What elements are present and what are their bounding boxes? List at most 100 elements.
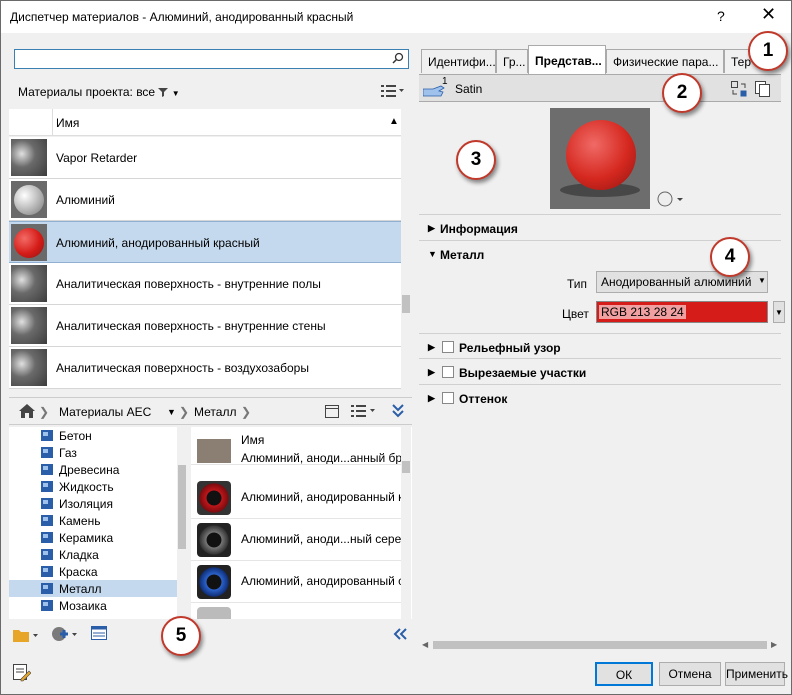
list-view-icon[interactable] (351, 404, 377, 418)
section-relief-pattern[interactable]: ▶ Рельефный узор (419, 333, 781, 359)
type-label: Тип (567, 277, 588, 291)
category-item[interactable]: Краска (9, 563, 177, 580)
panel-layout-icon[interactable] (325, 405, 339, 418)
material-thumbnail (11, 265, 47, 302)
asset-bar: 1 Satin (419, 74, 781, 102)
list-view-icon[interactable] (381, 84, 405, 98)
asset-row[interactable] (191, 603, 401, 619)
material-row[interactable]: Vapor Retarder (9, 137, 401, 179)
breadcrumb-metal[interactable]: Металл (194, 405, 236, 419)
asset-row[interactable]: Алюминий, аноди...анный бр (191, 431, 401, 465)
create-material-icon[interactable] (51, 625, 79, 643)
relief-checkbox[interactable] (442, 341, 454, 353)
chevron-down-icon: ▼ (758, 276, 766, 285)
tab-physical[interactable]: Физические пара... (606, 49, 724, 73)
preview-sphere (566, 120, 636, 190)
material-thumbnail (11, 181, 47, 218)
collapse-icon: ▼ (428, 249, 437, 259)
folder-icon (41, 515, 53, 526)
material-name: Аналитическая поверхность - внутренние п… (56, 277, 321, 291)
asset-row[interactable]: Алюминий, аноди...ный сере (191, 519, 401, 561)
material-list-header: Имя ▲ (9, 109, 401, 136)
editor-horizontal-scrollbar[interactable]: ◀ ▶ (419, 638, 781, 652)
asset-thumbnail (197, 439, 231, 463)
ok-button[interactable]: ОК (595, 662, 653, 686)
column-name-header[interactable]: Имя (56, 116, 79, 130)
folder-icon (41, 464, 53, 475)
callout-3: 3 (456, 140, 496, 180)
material-list-scrollbar[interactable] (401, 137, 411, 389)
category-item[interactable]: Древесина (9, 461, 177, 478)
expand-icon: ▶ (428, 367, 435, 377)
sort-ascending-icon[interactable]: ▲ (389, 116, 399, 127)
collapse-panel-icon[interactable] (393, 628, 407, 640)
apply-button[interactable]: Применить (725, 662, 788, 686)
library-breadcrumb: ❯ Материалы AEC ▼ ❯ Металл ❯ (9, 397, 412, 425)
material-thumbnail (11, 224, 47, 261)
tab-appearance[interactable]: Представ... (528, 45, 606, 74)
material-thumbnail (11, 349, 47, 386)
help-button[interactable]: ? (717, 8, 725, 24)
section-tint[interactable]: ▶ Оттенок (419, 385, 781, 411)
category-item[interactable]: Керамика (9, 529, 177, 546)
chevron-down-icon[interactable]: ▼ (167, 407, 176, 417)
material-browser-panel: Материалы проекта: все ▼ Имя ▲ Vapor Ret… (9, 41, 412, 647)
material-row[interactable]: Алюминий (9, 179, 401, 221)
material-name: Аналитическая поверхность - воздухозабор… (56, 361, 309, 375)
duplicate-asset-icon[interactable] (755, 81, 771, 97)
type-dropdown[interactable]: Анодированный алюминий ▼ (596, 271, 768, 293)
open-library-icon[interactable] (13, 627, 39, 643)
material-row[interactable]: Аналитическая поверхность - воздухозабор… (9, 347, 401, 389)
category-item[interactable]: Газ (9, 444, 177, 461)
material-thumbnail (11, 307, 47, 344)
cutouts-checkbox[interactable] (442, 366, 454, 378)
color-options-button[interactable]: ▼ (773, 301, 785, 323)
callout-4: 4 (710, 237, 750, 277)
home-icon[interactable] (19, 404, 35, 418)
asset-list-scrollbar[interactable] (401, 427, 411, 619)
replace-asset-icon[interactable] (731, 81, 747, 97)
material-row[interactable]: Аналитическая поверхность - внутренние с… (9, 305, 401, 347)
asset-row[interactable]: Алюминий, анодированный с (191, 561, 404, 603)
category-item[interactable]: Жидкость (9, 478, 177, 495)
expand-icon: ▶ (428, 342, 435, 352)
material-row[interactable]: Аналитическая поверхность - внутренние п… (9, 263, 401, 305)
category-tree-scrollbar[interactable] (177, 427, 187, 619)
breadcrumb-aec-materials[interactable]: Материалы AEC (59, 405, 151, 419)
tab-graphics[interactable]: Гр... (496, 49, 528, 73)
asset-row[interactable]: Алюминий, анодированный к (191, 477, 403, 519)
callout-5: 5 (161, 616, 201, 656)
section-cutouts[interactable]: ▶ Вырезаемые участки (419, 359, 781, 385)
asset-thumbnail (197, 523, 231, 557)
material-thumbnail (11, 139, 47, 176)
cancel-button[interactable]: Отмена (659, 662, 721, 686)
folder-icon (41, 532, 53, 543)
library-asset-list: Имя Алюминий, аноди...анный бр Алюминий,… (191, 427, 412, 619)
filter-bar: Материалы проекта: все ▼ (9, 79, 412, 103)
color-swatch[interactable]: RGB 213 28 24 (596, 301, 768, 323)
category-item[interactable]: Бетон (9, 427, 177, 444)
preview-options-icon[interactable] (657, 191, 685, 207)
title-bar: Диспетчер материалов - Алюминий, анодиро… (1, 1, 791, 33)
asset-name: Satin (455, 82, 483, 96)
collapse-icon[interactable] (392, 403, 404, 419)
category-item[interactable]: Мозаика (9, 597, 177, 614)
category-item-selected[interactable]: Металл (9, 580, 177, 597)
asset-thumbnail (197, 565, 231, 599)
tint-checkbox[interactable] (442, 392, 454, 404)
material-browser-window: Диспетчер материалов - Алюминий, анодиро… (0, 0, 792, 695)
material-list: Vapor Retarder Алюминий Алюминий, анодир… (9, 137, 401, 389)
category-item[interactable]: Кладка (9, 546, 177, 563)
close-button[interactable]: ✕ (761, 4, 776, 25)
material-name: Алюминий (56, 193, 115, 207)
tab-identity[interactable]: Идентифи... (421, 49, 496, 73)
asset-thumbnail (197, 481, 231, 515)
category-item[interactable]: Изоляция (9, 495, 177, 512)
edit-document-icon[interactable] (13, 664, 31, 682)
material-row-selected[interactable]: Алюминий, анодированный красный (9, 221, 401, 263)
material-editor-icon[interactable] (91, 626, 107, 640)
filter-label: Материалы проекта: все (18, 85, 156, 99)
search-input[interactable] (14, 49, 409, 69)
project-materials-filter[interactable]: Материалы проекта: все ▼ (18, 85, 180, 99)
category-item[interactable]: Камень (9, 512, 177, 529)
